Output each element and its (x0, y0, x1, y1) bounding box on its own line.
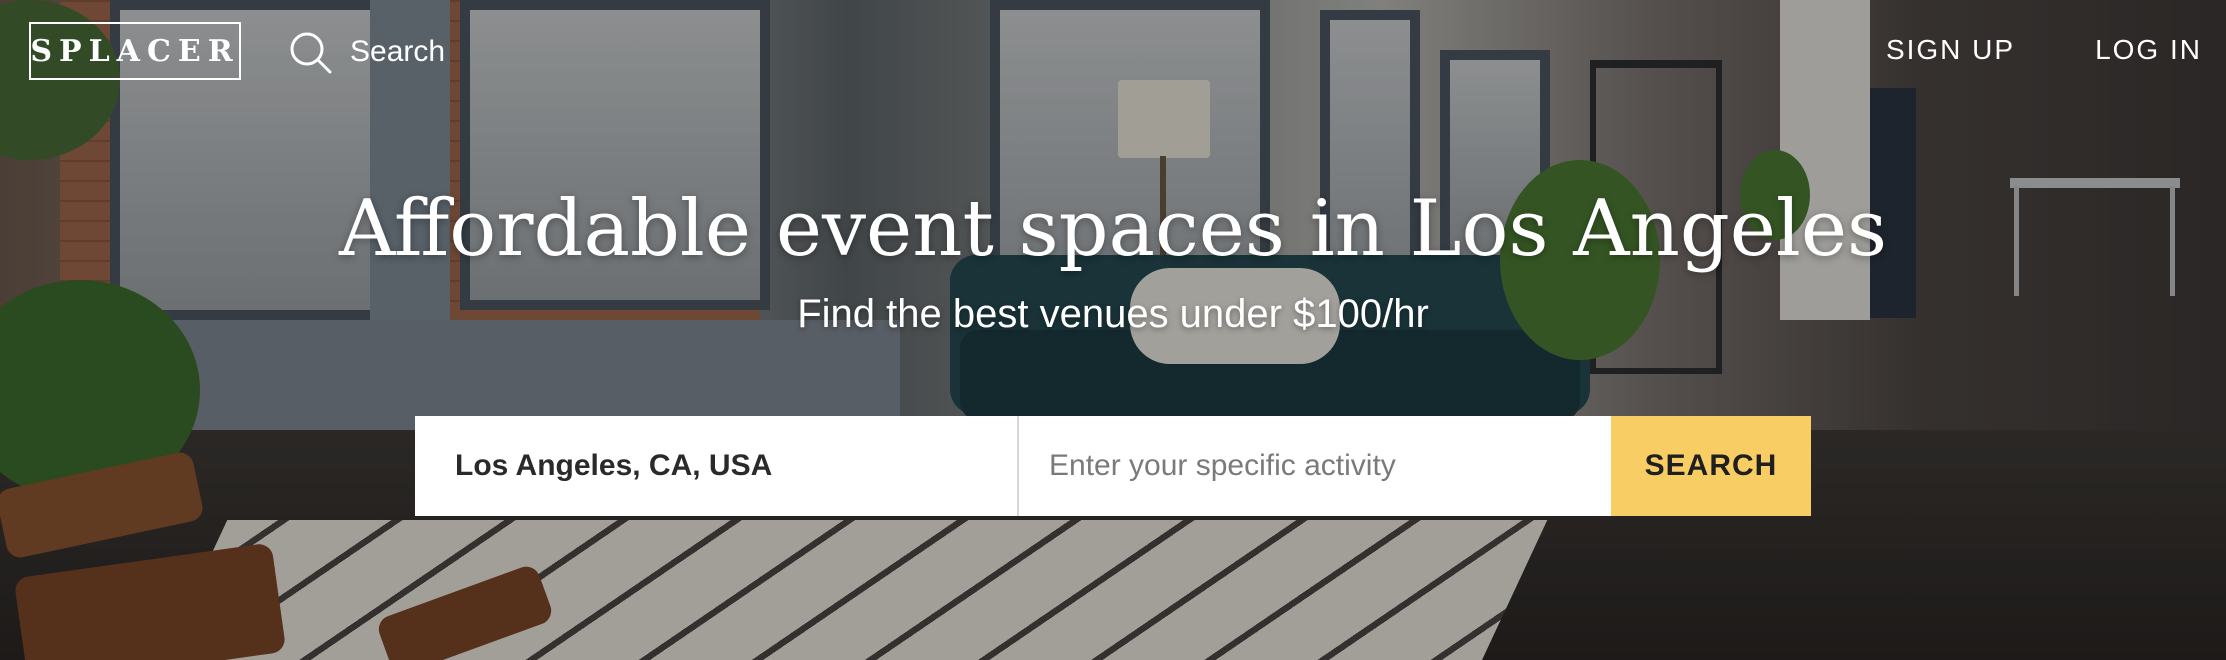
venue-search-form: SEARCH (415, 416, 1815, 516)
search-button[interactable]: SEARCH (1611, 416, 1811, 516)
log-in-link[interactable]: LOG IN (2095, 34, 2202, 66)
splacer-logo[interactable]: SPLACER (29, 22, 241, 80)
location-input[interactable] (415, 416, 1017, 516)
header-search-label: Search (350, 35, 446, 68)
header-search-link[interactable]: Search (288, 30, 445, 74)
header-nav: SIGN UP LOG IN (1886, 34, 2202, 66)
magnifier-icon (290, 32, 332, 74)
activity-input[interactable] (1017, 416, 1611, 516)
hero-headline: Affordable event spaces in Los Angeles (338, 184, 1888, 274)
hero-section: SPLACER Search SIGN UP LOG IN Affordable… (0, 0, 2226, 660)
hero-subheadline: Find the best venues under $100/hr (797, 292, 1429, 336)
sign-up-link[interactable]: SIGN UP (1886, 34, 2015, 66)
